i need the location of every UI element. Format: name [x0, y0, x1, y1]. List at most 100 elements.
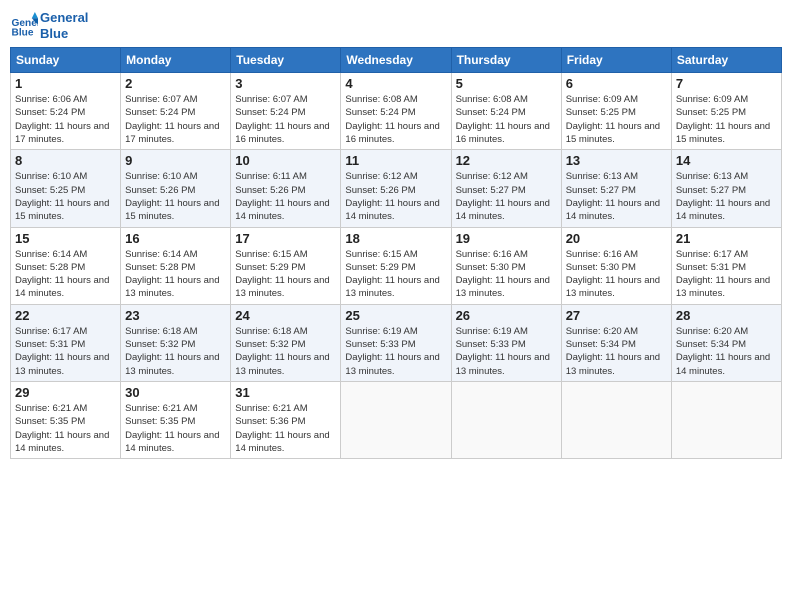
day-number: 16 — [125, 231, 226, 246]
day-info: Sunrise: 6:16 AM Sunset: 5:30 PM Dayligh… — [566, 248, 667, 301]
day-info: Sunrise: 6:21 AM Sunset: 5:35 PM Dayligh… — [125, 402, 226, 455]
calendar-week-3: 15 Sunrise: 6:14 AM Sunset: 5:28 PM Dayl… — [11, 227, 782, 304]
day-info: Sunrise: 6:20 AM Sunset: 5:34 PM Dayligh… — [566, 325, 667, 378]
calendar-cell: 24 Sunrise: 6:18 AM Sunset: 5:32 PM Dayl… — [231, 304, 341, 381]
day-info: Sunrise: 6:20 AM Sunset: 5:34 PM Dayligh… — [676, 325, 777, 378]
day-number: 10 — [235, 153, 336, 168]
day-number: 7 — [676, 76, 777, 91]
day-info: Sunrise: 6:18 AM Sunset: 5:32 PM Dayligh… — [235, 325, 336, 378]
day-info: Sunrise: 6:11 AM Sunset: 5:26 PM Dayligh… — [235, 170, 336, 223]
calendar-cell: 17 Sunrise: 6:15 AM Sunset: 5:29 PM Dayl… — [231, 227, 341, 304]
day-info: Sunrise: 6:13 AM Sunset: 5:27 PM Dayligh… — [566, 170, 667, 223]
calendar-cell: 21 Sunrise: 6:17 AM Sunset: 5:31 PM Dayl… — [671, 227, 781, 304]
calendar-week-2: 8 Sunrise: 6:10 AM Sunset: 5:25 PM Dayli… — [11, 150, 782, 227]
weekday-header-row: SundayMondayTuesdayWednesdayThursdayFrid… — [11, 48, 782, 73]
day-number: 6 — [566, 76, 667, 91]
logo-text: GeneralBlue — [40, 10, 88, 41]
day-info: Sunrise: 6:08 AM Sunset: 5:24 PM Dayligh… — [345, 93, 446, 146]
day-info: Sunrise: 6:12 AM Sunset: 5:27 PM Dayligh… — [456, 170, 557, 223]
day-number: 13 — [566, 153, 667, 168]
calendar-table: SundayMondayTuesdayWednesdayThursdayFrid… — [10, 47, 782, 459]
day-info: Sunrise: 6:15 AM Sunset: 5:29 PM Dayligh… — [235, 248, 336, 301]
day-number: 23 — [125, 308, 226, 323]
day-number: 29 — [15, 385, 116, 400]
calendar-cell: 22 Sunrise: 6:17 AM Sunset: 5:31 PM Dayl… — [11, 304, 121, 381]
calendar-cell: 12 Sunrise: 6:12 AM Sunset: 5:27 PM Dayl… — [451, 150, 561, 227]
day-number: 25 — [345, 308, 446, 323]
weekday-wednesday: Wednesday — [341, 48, 451, 73]
day-info: Sunrise: 6:09 AM Sunset: 5:25 PM Dayligh… — [676, 93, 777, 146]
day-info: Sunrise: 6:19 AM Sunset: 5:33 PM Dayligh… — [345, 325, 446, 378]
day-number: 11 — [345, 153, 446, 168]
day-info: Sunrise: 6:10 AM Sunset: 5:26 PM Dayligh… — [125, 170, 226, 223]
calendar-cell: 5 Sunrise: 6:08 AM Sunset: 5:24 PM Dayli… — [451, 73, 561, 150]
calendar-cell — [561, 381, 671, 458]
day-number: 18 — [345, 231, 446, 246]
calendar-cell: 4 Sunrise: 6:08 AM Sunset: 5:24 PM Dayli… — [341, 73, 451, 150]
calendar-cell: 9 Sunrise: 6:10 AM Sunset: 5:26 PM Dayli… — [121, 150, 231, 227]
day-info: Sunrise: 6:12 AM Sunset: 5:26 PM Dayligh… — [345, 170, 446, 223]
day-info: Sunrise: 6:17 AM Sunset: 5:31 PM Dayligh… — [15, 325, 116, 378]
day-info: Sunrise: 6:18 AM Sunset: 5:32 PM Dayligh… — [125, 325, 226, 378]
calendar-cell: 13 Sunrise: 6:13 AM Sunset: 5:27 PM Dayl… — [561, 150, 671, 227]
day-info: Sunrise: 6:15 AM Sunset: 5:29 PM Dayligh… — [345, 248, 446, 301]
day-info: Sunrise: 6:08 AM Sunset: 5:24 PM Dayligh… — [456, 93, 557, 146]
day-number: 17 — [235, 231, 336, 246]
calendar-cell: 30 Sunrise: 6:21 AM Sunset: 5:35 PM Dayl… — [121, 381, 231, 458]
day-number: 19 — [456, 231, 557, 246]
day-info: Sunrise: 6:16 AM Sunset: 5:30 PM Dayligh… — [456, 248, 557, 301]
day-number: 22 — [15, 308, 116, 323]
calendar-cell — [341, 381, 451, 458]
calendar-cell — [451, 381, 561, 458]
calendar-cell: 20 Sunrise: 6:16 AM Sunset: 5:30 PM Dayl… — [561, 227, 671, 304]
calendar-cell: 2 Sunrise: 6:07 AM Sunset: 5:24 PM Dayli… — [121, 73, 231, 150]
day-number: 15 — [15, 231, 116, 246]
day-number: 3 — [235, 76, 336, 91]
day-info: Sunrise: 6:09 AM Sunset: 5:25 PM Dayligh… — [566, 93, 667, 146]
day-info: Sunrise: 6:07 AM Sunset: 5:24 PM Dayligh… — [125, 93, 226, 146]
calendar-cell: 10 Sunrise: 6:11 AM Sunset: 5:26 PM Dayl… — [231, 150, 341, 227]
day-info: Sunrise: 6:19 AM Sunset: 5:33 PM Dayligh… — [456, 325, 557, 378]
day-info: Sunrise: 6:21 AM Sunset: 5:36 PM Dayligh… — [235, 402, 336, 455]
weekday-saturday: Saturday — [671, 48, 781, 73]
calendar-body: 1 Sunrise: 6:06 AM Sunset: 5:24 PM Dayli… — [11, 73, 782, 459]
day-number: 28 — [676, 308, 777, 323]
day-number: 5 — [456, 76, 557, 91]
page-header: General Blue GeneralBlue — [10, 10, 782, 41]
day-number: 4 — [345, 76, 446, 91]
logo: General Blue GeneralBlue — [10, 10, 88, 41]
calendar-cell: 8 Sunrise: 6:10 AM Sunset: 5:25 PM Dayli… — [11, 150, 121, 227]
day-number: 14 — [676, 153, 777, 168]
day-number: 8 — [15, 153, 116, 168]
calendar-cell: 25 Sunrise: 6:19 AM Sunset: 5:33 PM Dayl… — [341, 304, 451, 381]
day-number: 1 — [15, 76, 116, 91]
calendar-cell: 29 Sunrise: 6:21 AM Sunset: 5:35 PM Dayl… — [11, 381, 121, 458]
day-info: Sunrise: 6:13 AM Sunset: 5:27 PM Dayligh… — [676, 170, 777, 223]
day-info: Sunrise: 6:10 AM Sunset: 5:25 PM Dayligh… — [15, 170, 116, 223]
calendar-cell: 19 Sunrise: 6:16 AM Sunset: 5:30 PM Dayl… — [451, 227, 561, 304]
calendar-cell: 23 Sunrise: 6:18 AM Sunset: 5:32 PM Dayl… — [121, 304, 231, 381]
calendar-cell: 11 Sunrise: 6:12 AM Sunset: 5:26 PM Dayl… — [341, 150, 451, 227]
calendar-cell: 1 Sunrise: 6:06 AM Sunset: 5:24 PM Dayli… — [11, 73, 121, 150]
calendar-cell: 3 Sunrise: 6:07 AM Sunset: 5:24 PM Dayli… — [231, 73, 341, 150]
calendar-cell: 26 Sunrise: 6:19 AM Sunset: 5:33 PM Dayl… — [451, 304, 561, 381]
weekday-sunday: Sunday — [11, 48, 121, 73]
day-number: 12 — [456, 153, 557, 168]
weekday-thursday: Thursday — [451, 48, 561, 73]
calendar-week-5: 29 Sunrise: 6:21 AM Sunset: 5:35 PM Dayl… — [11, 381, 782, 458]
day-number: 20 — [566, 231, 667, 246]
weekday-tuesday: Tuesday — [231, 48, 341, 73]
day-info: Sunrise: 6:14 AM Sunset: 5:28 PM Dayligh… — [125, 248, 226, 301]
calendar-cell: 18 Sunrise: 6:15 AM Sunset: 5:29 PM Dayl… — [341, 227, 451, 304]
calendar-cell: 14 Sunrise: 6:13 AM Sunset: 5:27 PM Dayl… — [671, 150, 781, 227]
calendar-cell — [671, 381, 781, 458]
day-info: Sunrise: 6:14 AM Sunset: 5:28 PM Dayligh… — [15, 248, 116, 301]
day-info: Sunrise: 6:21 AM Sunset: 5:35 PM Dayligh… — [15, 402, 116, 455]
day-number: 9 — [125, 153, 226, 168]
day-info: Sunrise: 6:07 AM Sunset: 5:24 PM Dayligh… — [235, 93, 336, 146]
calendar-week-1: 1 Sunrise: 6:06 AM Sunset: 5:24 PM Dayli… — [11, 73, 782, 150]
day-number: 2 — [125, 76, 226, 91]
calendar-cell: 7 Sunrise: 6:09 AM Sunset: 5:25 PM Dayli… — [671, 73, 781, 150]
calendar-cell: 28 Sunrise: 6:20 AM Sunset: 5:34 PM Dayl… — [671, 304, 781, 381]
day-number: 30 — [125, 385, 226, 400]
